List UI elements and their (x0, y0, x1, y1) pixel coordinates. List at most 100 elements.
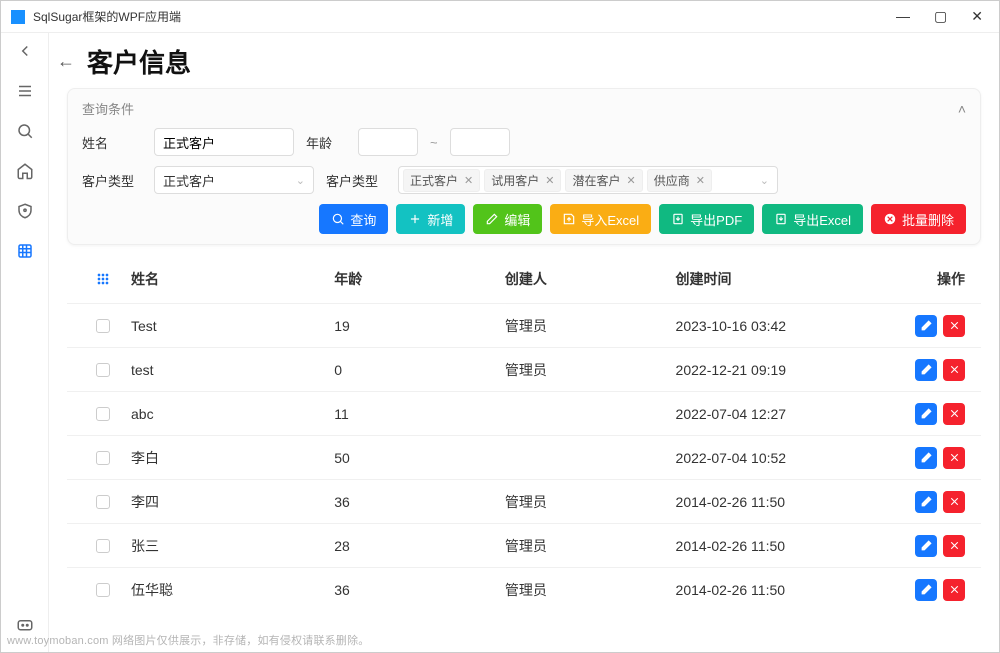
row-edit-button[interactable] (915, 447, 937, 469)
cell-time: 2023-10-16 03:42 (676, 318, 887, 334)
row-edit-button[interactable] (915, 535, 937, 557)
cell-age: 11 (334, 406, 497, 422)
back-icon[interactable] (15, 41, 35, 61)
cell-creator: 管理员 (505, 492, 668, 512)
row-delete-button[interactable] (943, 403, 965, 425)
col-ops: 操作 (895, 269, 965, 289)
row-checkbox[interactable] (96, 495, 110, 509)
table-row: 李四36管理员2014-02-26 11:50 (67, 479, 981, 523)
cell-age: 19 (334, 318, 497, 334)
cell-age: 36 (334, 494, 497, 510)
row-delete-button[interactable] (943, 359, 965, 381)
age-max-input[interactable] (450, 128, 510, 156)
name-input[interactable] (154, 128, 294, 156)
cell-age: 28 (334, 538, 497, 554)
tag-remove-icon[interactable]: ✕ (626, 174, 635, 187)
table-row: Test19管理员2023-10-16 03:42 (67, 303, 981, 347)
page-title: 客户信息 (87, 43, 191, 80)
cell-creator: 管理员 (505, 580, 668, 600)
row-checkbox[interactable] (96, 451, 110, 465)
tag-remove-icon[interactable]: ✕ (696, 174, 705, 187)
search-icon[interactable] (15, 121, 35, 141)
row-edit-button[interactable] (915, 315, 937, 337)
col-time: 创建时间 (676, 269, 887, 289)
table-row: test0管理员2022-12-21 09:19 (67, 347, 981, 391)
watermark: www.toymoban.com 网络图片仅供展示，非存储，如有侵权请联系删除。 (7, 632, 369, 648)
cell-time: 2014-02-26 11:50 (676, 538, 887, 554)
row-edit-button[interactable] (915, 579, 937, 601)
window-title: SqlSugar框架的WPF应用端 (33, 8, 181, 25)
type-label: 客户类型 (82, 171, 142, 190)
filter-panel-label: 查询条件 (82, 99, 134, 118)
col-age: 年龄 (334, 269, 497, 289)
row-delete-button[interactable] (943, 491, 965, 513)
row-delete-button[interactable] (943, 315, 965, 337)
row-delete-button[interactable] (943, 535, 965, 557)
close-window-button[interactable]: ✕ (971, 8, 983, 25)
type-multiselect[interactable]: 正式客户✕ 试用客户✕ 潜在客户✕ 供应商✕ ⌄ (398, 166, 778, 194)
cell-creator: 管理员 (505, 536, 668, 556)
menu-icon[interactable] (15, 81, 35, 101)
grid-settings-icon[interactable] (83, 271, 123, 287)
row-edit-button[interactable] (915, 403, 937, 425)
table-row: abc 11 2022-07-04 12:27 (67, 391, 981, 435)
range-separator: ~ (430, 135, 438, 150)
row-checkbox[interactable] (96, 407, 110, 421)
import-excel-button[interactable]: 导入Excel (550, 204, 651, 234)
tag-item: 潜在客户✕ (565, 169, 642, 192)
tag-remove-icon[interactable]: ✕ (545, 174, 554, 187)
filter-panel: 查询条件 ˄ 姓名 年龄 ~ 客户类型 正式客户 ⌄ (67, 88, 981, 245)
page-back-button[interactable]: ← (55, 51, 77, 72)
edit-button[interactable]: 编辑 (473, 204, 542, 234)
app-window: SqlSugar框架的WPF应用端 — ▢ ✕ ← 客户信息 查询条件 (0, 0, 1000, 653)
query-button[interactable]: 查询 (319, 204, 388, 234)
type-select[interactable]: 正式客户 ⌄ (154, 166, 314, 194)
export-excel-button[interactable]: 导出Excel (762, 204, 863, 234)
cell-name: 张三 (131, 536, 326, 556)
shield-icon[interactable] (15, 201, 35, 221)
col-name: 姓名 (131, 269, 326, 289)
tag-remove-icon[interactable]: ✕ (464, 174, 473, 187)
cell-time: 2022-12-21 09:19 (676, 362, 887, 378)
row-edit-button[interactable] (915, 359, 937, 381)
age-min-input[interactable] (358, 128, 418, 156)
cell-name: Test (131, 318, 326, 334)
cell-name: test (131, 362, 326, 378)
cell-time: 2022-07-04 10:52 (676, 450, 887, 466)
chevron-up-icon[interactable]: ˄ (958, 101, 966, 117)
home-icon[interactable] (15, 161, 35, 181)
chevron-down-icon: ⌄ (760, 174, 769, 187)
maximize-button[interactable]: ▢ (934, 8, 947, 25)
age-label: 年龄 (306, 133, 346, 152)
row-checkbox[interactable] (96, 583, 110, 597)
table-row: 伍华聪 36 管理员 2014-02-26 11:50 (67, 567, 981, 611)
cell-age: 50 (334, 450, 497, 466)
row-checkbox[interactable] (96, 319, 110, 333)
cell-age: 36 (334, 582, 497, 598)
bulk-delete-button[interactable]: 批量删除 (871, 204, 966, 234)
nav-rail (1, 33, 49, 652)
row-checkbox[interactable] (96, 539, 110, 553)
cell-name: 伍华聪 (131, 580, 326, 600)
cell-time: 2014-02-26 11:50 (676, 582, 887, 598)
table-row: 李白 50 2022-07-04 10:52 (67, 435, 981, 479)
cell-time: 2022-07-04 12:27 (676, 406, 887, 422)
export-pdf-button[interactable]: 导出PDF (659, 204, 754, 234)
tag-item: 试用客户✕ (484, 169, 561, 192)
cell-creator: 管理员 (505, 360, 668, 380)
row-delete-button[interactable] (943, 447, 965, 469)
cell-name: abc (131, 406, 326, 422)
table-row: 张三 28 管理员 2014-02-26 11:50 (67, 523, 981, 567)
row-delete-button[interactable] (943, 579, 965, 601)
minimize-button[interactable]: — (896, 8, 910, 25)
row-checkbox[interactable] (96, 363, 110, 377)
add-button[interactable]: 新增 (396, 204, 465, 234)
col-creator: 创建人 (505, 269, 668, 289)
data-table: 姓名 年龄 创建人 创建时间 操作 Test 19 管理员 2023-10-16 03… (67, 255, 981, 652)
data-icon[interactable] (15, 241, 35, 261)
name-label: 姓名 (82, 133, 142, 152)
tag-item: 正式客户✕ (403, 169, 480, 192)
tag-item: 供应商✕ (647, 169, 712, 192)
row-edit-button[interactable] (915, 491, 937, 513)
cell-name: 李白 (131, 448, 326, 468)
